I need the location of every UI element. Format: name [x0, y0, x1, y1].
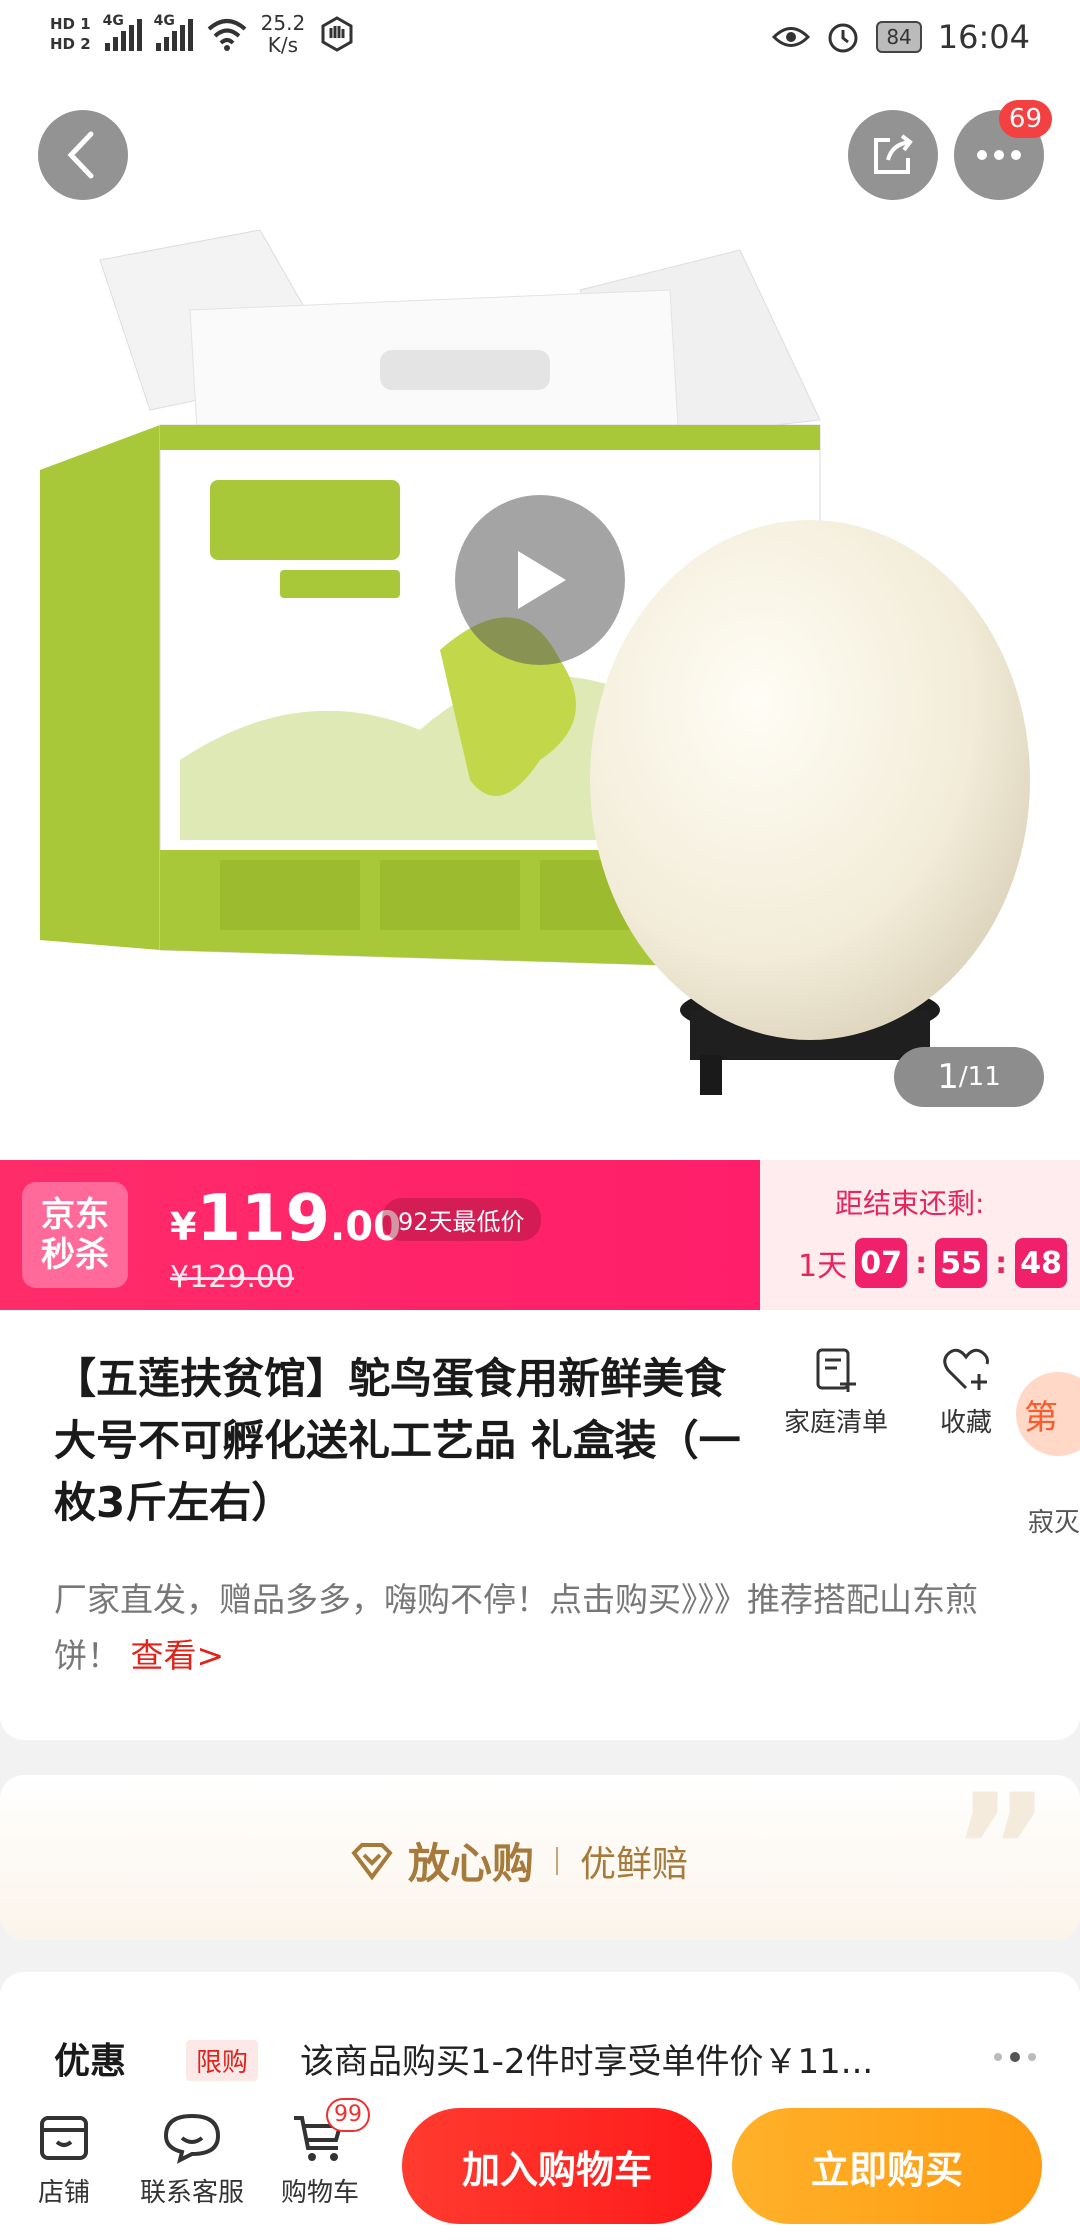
quote-decoration: ”	[951, 1763, 1050, 1937]
flash-sale-banner: 京东 秒杀 ¥119.00 ¥129.00 92天最低价 距结束还剩: 1天 0…	[0, 1160, 1080, 1310]
wifi-icon	[207, 19, 246, 51]
shop-label: 店铺	[37, 2178, 90, 2208]
countdown-hours: 07	[855, 1238, 908, 1288]
service-label: 联系客服	[139, 2178, 244, 2208]
cart-count-badge: 99	[326, 2098, 370, 2132]
battery-indicator: 84	[876, 21, 922, 53]
cart-label: 购物车	[280, 2178, 359, 2208]
image-counter: 1/11	[894, 1047, 1044, 1107]
guarantee-banner[interactable]: ” 放心购 优鲜赔	[0, 1775, 1080, 1940]
more-dots-icon	[977, 150, 1021, 160]
play-video-button[interactable]	[455, 495, 625, 665]
signal-icon-2: 4G	[154, 13, 193, 51]
network-type-2: 4G	[153, 13, 175, 29]
chevron-left-icon	[67, 131, 94, 179]
hand-icon	[321, 16, 353, 52]
speed-value: 25.2	[260, 11, 306, 35]
favorite-button[interactable]: 收藏	[906, 1346, 1026, 1439]
hd2-label: HD 2	[50, 35, 91, 53]
guarantee-divider	[556, 1846, 559, 1875]
seckill-logo-line2: 秒杀	[41, 1235, 109, 1275]
clock: 16:04	[937, 18, 1030, 56]
side-tab-char: 第	[1024, 1397, 1058, 1438]
guarantee-main-label: 放心购	[408, 1839, 535, 1888]
sale-price: ¥119.00	[170, 1182, 401, 1256]
status-bar: HD 1 HD 2 4G 4G 25.2 K/s 84 16:04	[0, 0, 1080, 80]
image-counter-current: 1	[937, 1057, 959, 1097]
network-speed: 25.2 K/s	[261, 12, 306, 56]
diamond-heart-icon	[351, 1842, 393, 1880]
countdown-label: 距结束还剩:	[835, 1187, 985, 1220]
original-price: ¥129.00	[170, 1260, 295, 1295]
more-dots-indicator[interactable]	[994, 2052, 1036, 2062]
view-more-link[interactable]: 查看>	[131, 1636, 225, 1675]
side-tab-label: 寂灭	[1027, 1508, 1080, 1538]
shop-icon	[40, 2116, 88, 2160]
seckill-logo-line1: 京东	[41, 1195, 109, 1235]
currency-symbol: ¥	[170, 1205, 197, 1249]
countdown-timer: 1天 07 : 55 : 48	[798, 1238, 1068, 1288]
play-icon	[518, 551, 566, 609]
product-title: 【五莲扶贫馆】鸵鸟蛋食用新鲜美食大号不可孵化送礼工艺品 礼盒装（一枚3斤左右）	[54, 1354, 741, 1527]
guarantee-sub-label: 优鲜赔	[580, 1843, 689, 1885]
family-list-button[interactable]: 家庭清单	[776, 1346, 896, 1439]
product-subtitle: 厂家直发，赠品多多，嗨购不停！点击购买》》》推荐搭配山东煎饼！ 查看>	[54, 1572, 1034, 1684]
product-info-card: 【五莲扶贫馆】鸵鸟蛋食用新鲜美食大号不可孵化送礼工艺品 礼盒装（一枚3斤左右） …	[0, 1310, 1080, 1740]
countdown-area: 距结束还剩: 1天 07 : 55 : 48	[760, 1160, 1080, 1310]
back-button[interactable]	[38, 110, 128, 200]
list-add-icon	[816, 1348, 856, 1392]
countdown-minutes: 55	[935, 1238, 988, 1288]
share-button[interactable]	[848, 110, 938, 200]
family-list-label: 家庭清单	[783, 1408, 888, 1438]
cart-button[interactable]: 99 购物车	[260, 2098, 380, 2209]
network-type-1: 4G	[102, 13, 124, 29]
flash-sale-price-area: 京东 秒杀 ¥119.00 ¥129.00 92天最低价	[0, 1160, 760, 1310]
signal-icon-1: 4G	[103, 13, 142, 51]
customer-service-button[interactable]: 联系客服	[132, 2112, 252, 2209]
speed-unit: K/s	[267, 33, 299, 57]
shop-button[interactable]: 店铺	[4, 2112, 124, 2209]
jd-seckill-logo: 京东 秒杀	[22, 1182, 128, 1288]
price-integer: 119	[196, 1182, 331, 1256]
promo-label: 优惠	[54, 2041, 127, 2082]
buy-now-button[interactable]: 立即购买	[732, 2108, 1042, 2224]
hd-indicator: HD 1 HD 2	[50, 14, 91, 54]
more-button[interactable]: 69	[954, 100, 1052, 200]
share-icon	[874, 134, 913, 174]
chat-icon	[163, 2113, 221, 2164]
alarm-icon	[828, 23, 858, 53]
eye-icon	[772, 27, 811, 47]
product-gallery[interactable]: 69 1 /11	[0, 80, 1080, 1160]
hd1-label: HD 1	[50, 15, 91, 33]
image-counter-total: /11	[958, 1062, 1001, 1092]
promo-description: 该商品购买1-2件时享受单件价￥11...	[300, 2042, 874, 2082]
bottom-action-bar: 店铺 联系客服 99 购物车 加入购物车 立即购买	[0, 2090, 1080, 2240]
favorite-label: 收藏	[939, 1408, 992, 1438]
add-to-cart-button[interactable]: 加入购物车	[402, 2108, 712, 2224]
heart-add-icon	[943, 1348, 989, 1390]
purchase-limit-tag: 限购	[186, 2040, 259, 2081]
lowest-price-tag: 92天最低价	[382, 1198, 541, 1241]
countdown-days: 1天	[798, 1249, 848, 1284]
message-count-badge: 69	[998, 100, 1052, 138]
countdown-seconds: 48	[1015, 1238, 1068, 1288]
